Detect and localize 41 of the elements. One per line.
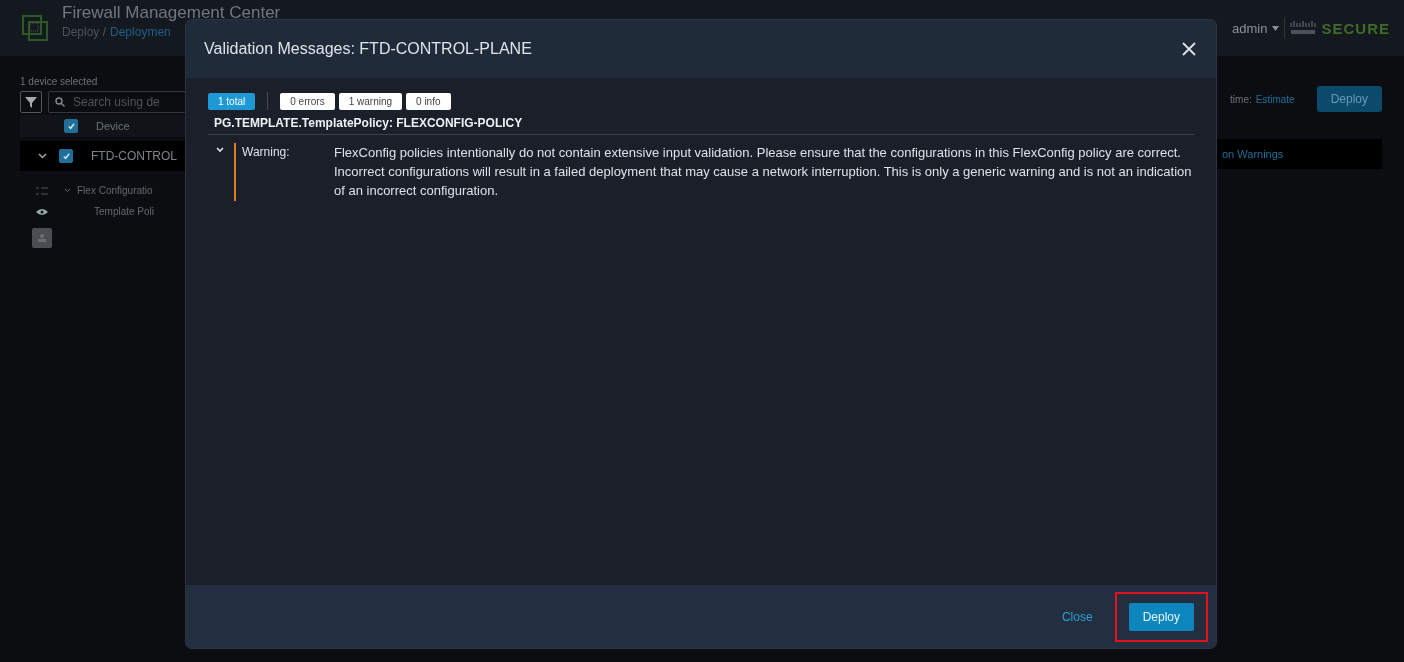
eye-icon[interactable]	[36, 208, 48, 216]
row-checkbox[interactable]	[59, 149, 73, 163]
search-icon	[55, 97, 65, 107]
column-header: Device	[96, 120, 130, 132]
chevron-icon[interactable]	[38, 153, 47, 159]
filter-icon	[25, 96, 37, 108]
filter-tab[interactable]: 0 errors	[280, 92, 335, 110]
check-icon	[61, 151, 71, 161]
caret-icon	[1272, 25, 1280, 31]
estimate-label: time:	[1230, 93, 1252, 105]
deploy-button[interactable]: Deploy	[1316, 86, 1382, 112]
filter-tab[interactable]: 0 info	[406, 92, 451, 110]
dialog-title: Validation Messages: FTD-CONTROL-PLANE	[204, 40, 532, 58]
check-icon	[66, 121, 76, 131]
user-tile[interactable]	[32, 228, 52, 248]
message-text: FlexConfig policies intentionally do not contain extensive input validation. Please ensure that the configurations in this FlexConfig policy are correct. Incorrect configurations will result in a failed deployment that may cause a network interruption. This is only a generic warning and is not an indication of an incorrect configuration.	[334, 144, 1192, 200]
close-button[interactable]: Close	[1055, 608, 1099, 625]
severity-label: Warning:	[242, 144, 291, 161]
filter-button[interactable]	[20, 91, 42, 113]
search-field[interactable]: Search using de	[48, 91, 186, 113]
tree-item[interactable]: Flex Configuratio	[64, 185, 155, 196]
warnings-link[interactable]: on Warnings	[1222, 148, 1284, 160]
filter-tab[interactable]: 1 warning	[338, 92, 403, 110]
tree-item[interactable]: Template Poli	[64, 206, 155, 217]
brand-name: SECURE	[1321, 19, 1390, 37]
app-title: Firewall Management Center	[62, 3, 281, 23]
estimate-link[interactable]: Estimate	[1255, 93, 1295, 105]
cisco-logo-icon	[1290, 20, 1317, 36]
selection-count: 1 device selected	[20, 76, 99, 87]
breadcrumb-text: Deploy /	[62, 25, 107, 39]
breadcrumb-link[interactable]: Deploymen	[110, 25, 171, 39]
deploy-button[interactable]: Deploy	[1128, 602, 1194, 631]
close-icon[interactable]	[1180, 40, 1198, 58]
policy-name: PG.TEMPLATE.TemplatePolicy: FLEXCONFIG-POLICY	[208, 110, 1194, 135]
app-logo-icon	[20, 13, 50, 43]
person-icon	[37, 233, 47, 243]
user-menu[interactable]: admin	[1232, 20, 1268, 36]
device-name: FTD-CONTROL	[91, 149, 177, 163]
filter-tab[interactable]: 1 total	[208, 92, 256, 110]
chevron-icon	[64, 188, 71, 193]
select-all-checkbox[interactable]	[64, 119, 78, 133]
